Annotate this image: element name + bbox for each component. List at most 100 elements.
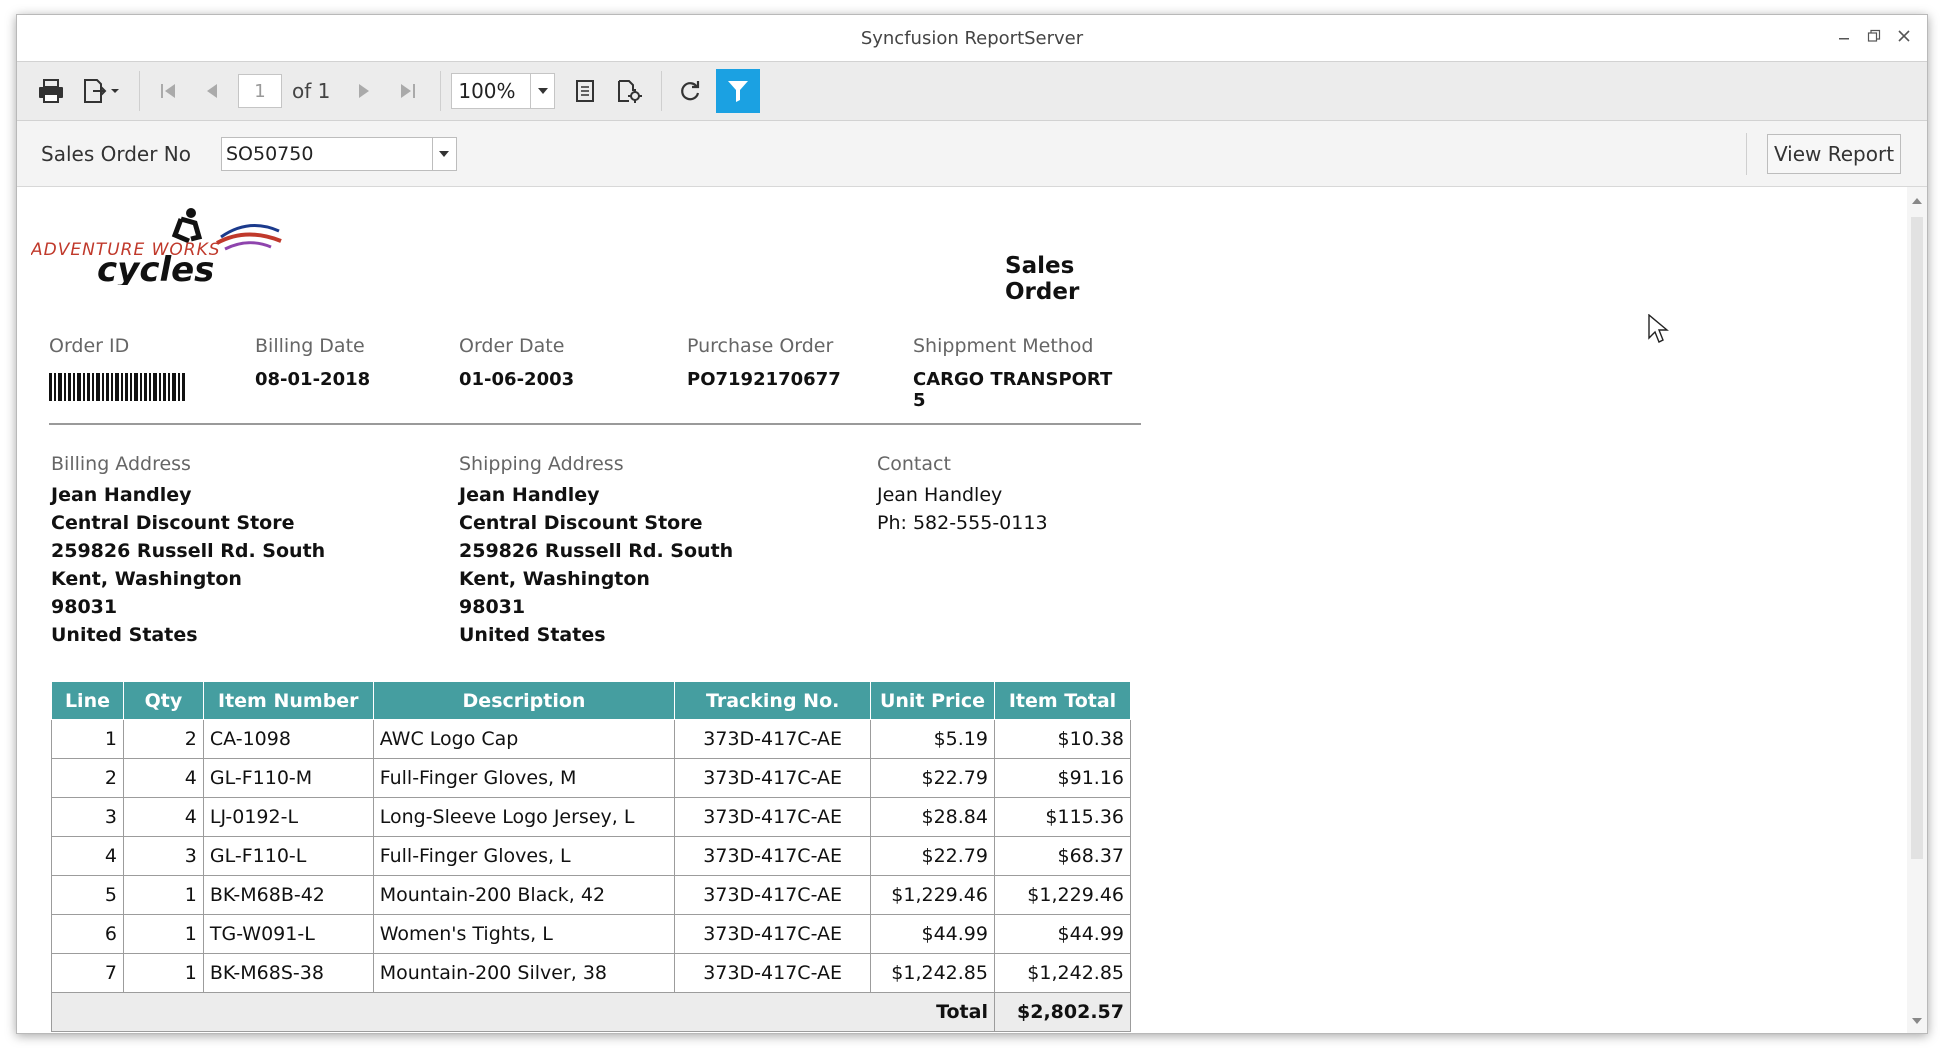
restore-button[interactable] — [1865, 27, 1883, 45]
cell-tracking: 373D-417C-AE — [674, 797, 872, 837]
billing-country: United States — [51, 624, 198, 646]
cell-description: AWC Logo Cap — [372, 719, 676, 759]
shipping-store: Central Discount Store — [459, 512, 703, 534]
order-date-label: Order Date — [459, 335, 565, 357]
col-line: Line — [51, 681, 124, 720]
zoom-dropdown[interactable] — [530, 74, 554, 108]
total-row: Total $2,802.57 — [51, 992, 1132, 1032]
close-icon — [1898, 30, 1910, 42]
cell-description: Mountain-200 Black, 42 — [372, 875, 676, 915]
minimize-button[interactable] — [1835, 27, 1853, 45]
billing-address-block: Billing Address Jean Handley Central Dis… — [51, 453, 325, 649]
contact-block: Contact Jean Handley Ph: 582-555-0113 — [877, 453, 1048, 537]
cell-item-number: TG-W091-L — [202, 914, 374, 954]
cell-qty: 4 — [122, 797, 204, 837]
mouse-cursor-icon — [1648, 314, 1669, 343]
cell-qty: 3 — [122, 836, 204, 876]
total-value: $2,802.57 — [993, 992, 1132, 1032]
filter-button[interactable] — [716, 69, 761, 113]
next-page-icon — [359, 84, 370, 98]
sales-order-select[interactable]: SO50750 — [220, 136, 457, 171]
order-id-label: Order ID — [49, 335, 130, 357]
shipment-method-value: CARGO TRANSPORT 5 — [913, 369, 1113, 411]
refresh-icon — [681, 81, 700, 101]
cell-qty: 4 — [122, 758, 204, 798]
col-qty: Qty — [122, 681, 204, 720]
window-title: Syncfusion ReportServer — [860, 27, 1084, 49]
page-number-input[interactable]: 1 — [238, 74, 282, 108]
zoom-value: 100% — [458, 79, 516, 103]
cell-item-total: $68.37 — [993, 836, 1132, 876]
col-unit-price: Unit Price — [870, 681, 995, 720]
export-button[interactable] — [77, 71, 125, 111]
print-layout-button[interactable] — [567, 71, 603, 111]
purchase-order-value: PO7192170677 — [687, 369, 841, 390]
cell-tracking: 373D-417C-AE — [674, 758, 872, 798]
billing-street: 259826 Russell Rd. South — [51, 540, 326, 562]
chevron-down-icon — [439, 150, 450, 157]
billing-address-label: Billing Address — [51, 453, 191, 475]
cell-description: Mountain-200 Silver, 38 — [372, 953, 676, 993]
scroll-up-button[interactable] — [1907, 191, 1927, 211]
cell-description: Women's Tights, L — [372, 914, 676, 954]
last-page-icon — [401, 84, 416, 98]
cell-item-number: GL-F110-M — [202, 758, 374, 798]
sales-order-dropdown[interactable] — [431, 137, 456, 170]
order-date-value: 01-06-2003 — [459, 369, 575, 390]
billing-store: Central Discount Store — [51, 512, 295, 534]
cell-qty: 1 — [122, 875, 204, 915]
shipping-city: Kent, Washington — [459, 568, 650, 590]
cell-line: 6 — [51, 914, 124, 954]
cell-unit-price: $28.84 — [870, 797, 995, 837]
cell-item-total: $115.36 — [993, 797, 1132, 837]
shipping-address-label: Shipping Address — [459, 453, 624, 475]
shipping-street: 259826 Russell Rd. South — [459, 540, 734, 562]
billing-date-value: 08-01-2018 — [255, 369, 371, 390]
cell-item-total: $1,229.46 — [993, 875, 1132, 915]
billing-city: Kent, Washington — [51, 568, 242, 590]
next-page-button[interactable] — [346, 71, 382, 111]
cell-line: 5 — [51, 875, 124, 915]
col-tracking: Tracking No. — [674, 681, 872, 720]
contact-label: Contact — [877, 453, 951, 475]
zoom-select[interactable]: 100% — [451, 73, 556, 109]
refresh-button[interactable] — [672, 71, 708, 111]
scroll-down-button[interactable] — [1907, 1011, 1927, 1031]
cell-qty: 1 — [122, 953, 204, 993]
window-controls — [1835, 27, 1913, 45]
first-page-button[interactable] — [150, 71, 186, 111]
cell-description: Long-Sleeve Logo Jersey, L — [372, 797, 676, 837]
page-setup-button[interactable] — [611, 71, 647, 111]
billing-name: Jean Handley — [51, 484, 192, 506]
cell-unit-price: $1,229.46 — [870, 875, 995, 915]
table-row: 1 2 CA-1098 AWC Logo Cap 373D-417C-AE $5… — [51, 719, 1132, 759]
table-row: 5 1 BK-M68B-42 Mountain-200 Black, 42 37… — [51, 875, 1132, 915]
scroll-thumb[interactable] — [1911, 217, 1923, 859]
page-setup-icon — [618, 80, 643, 103]
filter-icon — [728, 81, 749, 102]
table-row: 6 1 TG-W091-L Women's Tights, L 373D-417… — [51, 914, 1132, 954]
cell-unit-price: $22.79 — [870, 758, 995, 798]
toolbar-separator — [661, 71, 663, 111]
logo-text-bottom: cycles — [97, 250, 214, 285]
print-icon — [39, 79, 63, 103]
close-button[interactable] — [1895, 27, 1913, 45]
purchase-order-label: Purchase Order — [687, 335, 834, 357]
cell-unit-price: $22.79 — [870, 836, 995, 876]
contact-name: Jean Handley — [877, 484, 1003, 506]
page-count: of 1 — [292, 79, 331, 103]
last-page-button[interactable] — [390, 71, 426, 111]
parameter-bar: Sales Order No SO50750 View Report — [17, 121, 1927, 187]
vertical-scrollbar[interactable] — [1907, 187, 1927, 1033]
cell-item-total: $44.99 — [993, 914, 1132, 954]
print-button[interactable] — [33, 71, 69, 111]
cell-line: 7 — [51, 953, 124, 993]
shipment-method-label: Shippment Method — [913, 335, 1094, 357]
col-item-number: Item Number — [202, 681, 374, 720]
prev-page-button[interactable] — [194, 71, 230, 111]
cell-tracking: 373D-417C-AE — [674, 719, 872, 759]
view-report-button[interactable]: View Report — [1767, 134, 1901, 174]
cell-item-number: CA-1098 — [202, 719, 374, 759]
contact-phone: Ph: 582-555-0113 — [877, 512, 1048, 534]
chevron-down-icon — [537, 88, 548, 94]
